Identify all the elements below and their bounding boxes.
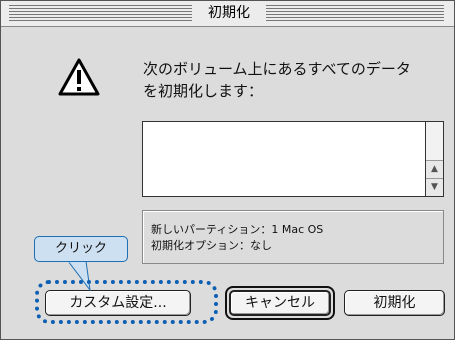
format-option-info-line: 初期化オプション：なし (151, 239, 272, 252)
volume-list-scrollbar[interactable]: ▲ ▼ (425, 122, 443, 196)
partition-info-line: 新しいパーティション：1 Mac OS (151, 223, 324, 236)
scroll-up-arrow-icon[interactable]: ▲ (426, 160, 443, 178)
custom-button-highlight (35, 280, 218, 324)
warning-message-line-1: 次のボリューム上にあるすべてのデータ (143, 60, 411, 78)
title-bar[interactable]: 初期化 (1, 1, 454, 27)
click-callout: クリック (34, 236, 128, 262)
volume-list[interactable]: ▲ ▼ (142, 121, 444, 197)
cancel-button[interactable]: キャンセル (229, 290, 331, 316)
scroll-down-arrow-icon[interactable]: ▼ (426, 178, 443, 196)
dialog-title: 初期化 (208, 5, 250, 21)
initialize-button[interactable]: 初期化 (344, 290, 445, 316)
warning-message: 次のボリューム上にあるすべてのデータ を初期化します： (143, 58, 443, 102)
warning-message-line-2: を初期化します： (143, 82, 264, 100)
warning-triangle-icon (58, 58, 100, 96)
title-bar-stripes-left (9, 5, 192, 21)
partition-info-box: 新しいパーティション：1 Mac OS 初期化オプション：なし (142, 210, 444, 264)
title-bar-stripes-right (266, 5, 444, 21)
